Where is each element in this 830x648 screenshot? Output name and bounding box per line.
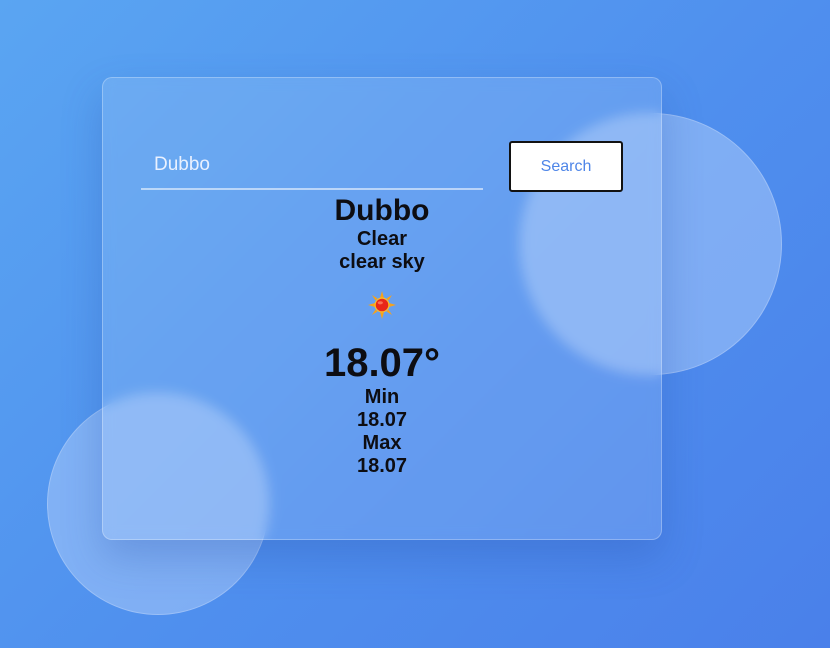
sun-icon	[367, 290, 397, 320]
weather-card: Search Dubbo Clear clear sky	[102, 77, 662, 540]
max-value: 18.07	[356, 455, 408, 477]
min-value: 18.07	[356, 409, 408, 431]
search-button[interactable]: Search	[509, 141, 623, 192]
city-name: Dubbo	[334, 194, 430, 227]
weather-info: Dubbo Clear clear sky 18.07° Min 18.07 M…	[103, 194, 661, 478]
weather-description: clear sky	[339, 251, 425, 273]
city-search-input[interactable]	[141, 142, 483, 190]
min-label: Min	[364, 386, 400, 408]
max-label: Max	[362, 432, 402, 454]
temperature: 18.07°	[323, 341, 441, 385]
weather-condition: Clear	[356, 228, 408, 250]
